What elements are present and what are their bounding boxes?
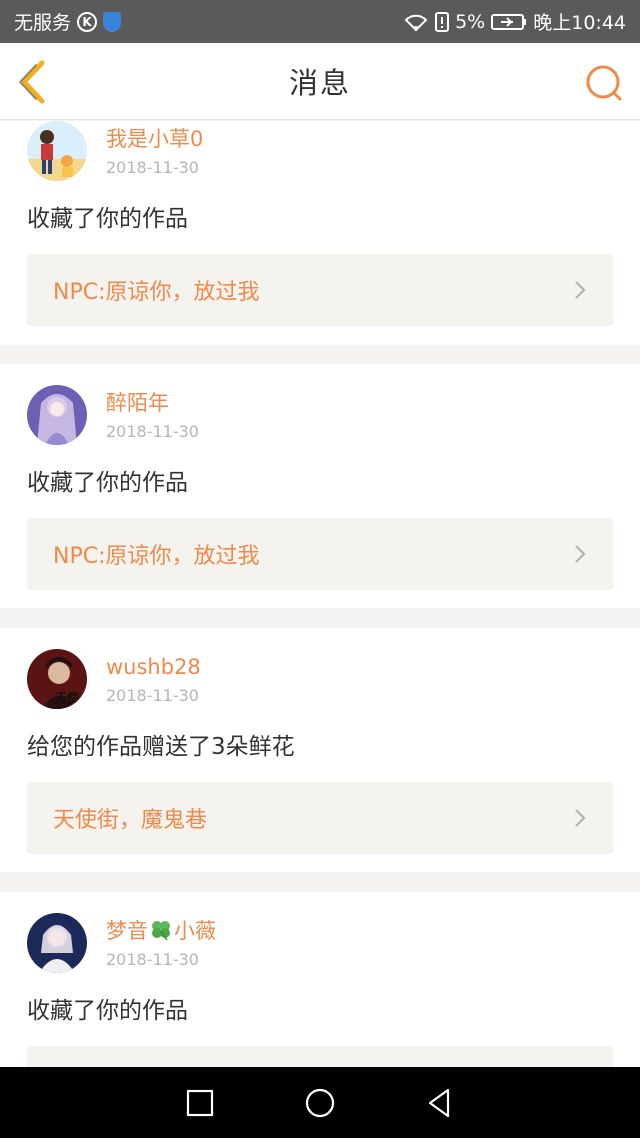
work-link[interactable]: NPC:原谅你，放过我 [27,254,613,326]
user-meta: 我是小草0 2018-11-30 [106,126,203,177]
message-date: 2018-11-30 [106,950,199,969]
chevron-right-icon [575,545,586,563]
work-title: NPC:原谅你，放过我 [53,544,260,569]
square-icon[interactable] [184,1087,216,1119]
message-text: 给您的作品赠送了3朵鲜花 [27,734,295,760]
user-row: 天使 wushb28 2018-11-30 [27,645,613,709]
sim-alert-icon [435,11,450,32]
chevron-right-icon [575,281,586,299]
work-link[interactable]: NPC:原谅你，放过我 [27,518,613,590]
message-text: 收藏了你的作品 [27,998,188,1024]
status-bar: 无服务 K 5% 晚上10:44 [0,0,640,43]
username[interactable]: 我是小草0 [106,126,203,152]
back-button[interactable] [14,59,54,105]
username-suffix: 小薇 [174,919,216,943]
status-right: 5% 晚上10:44 [403,8,626,35]
triangle-back-icon[interactable] [424,1087,456,1119]
avatar[interactable] [27,121,87,181]
battery-percent: 5% [455,10,486,33]
chevron-left-icon [19,60,45,104]
carrier-text: 无服务 [14,12,72,34]
avatar[interactable] [27,385,87,445]
avatar[interactable]: 天使 [27,649,87,709]
message-date: 2018-11-30 [106,686,199,705]
work-link[interactable]: 天使街，魔鬼巷 [27,782,613,854]
shield-icon [103,11,122,32]
chevron-right-icon [575,809,586,827]
system-nav-bar [0,1067,640,1138]
user-meta: 醉陌年 2018-11-30 [106,390,199,441]
message-card: 梦音 小薇 2018-11-30 收藏了你的作品 [0,892,640,1067]
work-title: NPC:原谅你，放过我 [53,280,260,305]
message-date: 2018-11-30 [106,158,199,177]
work-title: 天使街，魔鬼巷 [53,808,208,833]
user-row: 梦音 小薇 2018-11-30 [27,909,613,973]
user-meta: wushb28 2018-11-30 [106,654,201,705]
clock: 晚上10:44 [533,12,626,34]
wifi-icon [404,14,428,31]
status-left: 无服务 K [14,8,122,35]
work-link[interactable] [27,1046,613,1067]
username[interactable]: 醉陌年 [106,390,199,416]
message-text: 收藏了你的作品 [27,206,188,232]
message-list[interactable]: 我是小草0 2018-11-30 收藏了你的作品 NPC:原谅你，放过我 醉陌年… [0,121,640,1067]
username[interactable]: wushb28 [106,654,201,680]
message-card: 我是小草0 2018-11-30 收藏了你的作品 NPC:原谅你，放过我 [0,121,640,345]
avatar[interactable] [27,913,87,973]
message-text: 收藏了你的作品 [27,470,188,496]
message-date: 2018-11-30 [106,422,199,441]
circle-icon[interactable] [304,1087,336,1119]
battery-icon [491,13,527,30]
search-button[interactable] [584,63,624,103]
avatar-caption: 天使 [55,691,80,705]
page-title: 消息 [288,66,351,100]
four-leaf-clover-icon [152,921,170,941]
search-icon [586,65,622,101]
message-card: 醉陌年 2018-11-30 收藏了你的作品 NPC:原谅你，放过我 [0,364,640,608]
user-row: 我是小草0 2018-11-30 [27,121,613,181]
username-prefix: 梦音 [106,919,148,943]
user-row: 醉陌年 2018-11-30 [27,381,613,445]
username[interactable]: 梦音 小薇 [106,918,216,944]
header-bar: 消息 [0,43,640,120]
message-card: 天使 wushb28 2018-11-30 给您的作品赠送了3朵鲜花 天使街，魔… [0,628,640,872]
k-badge-icon: K [77,11,98,32]
user-meta: 梦音 小薇 2018-11-30 [106,918,216,969]
